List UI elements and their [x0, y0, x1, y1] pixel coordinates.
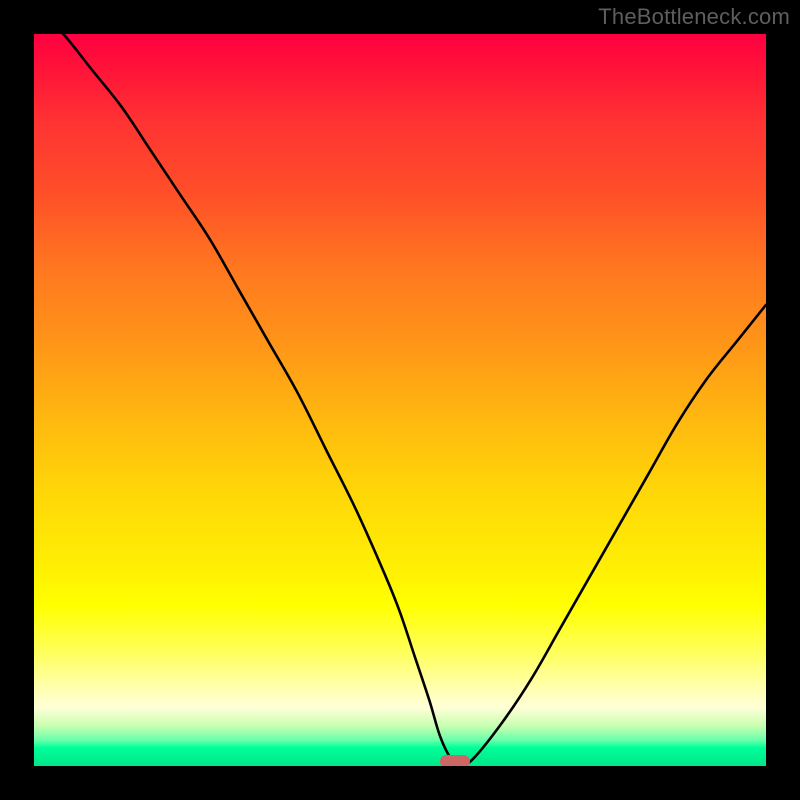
plot-area — [34, 34, 766, 766]
chart-container: TheBottleneck.com — [0, 0, 800, 800]
optimal-point-marker — [440, 755, 471, 766]
watermark-label: TheBottleneck.com — [598, 4, 790, 30]
bottleneck-curve — [34, 34, 766, 766]
